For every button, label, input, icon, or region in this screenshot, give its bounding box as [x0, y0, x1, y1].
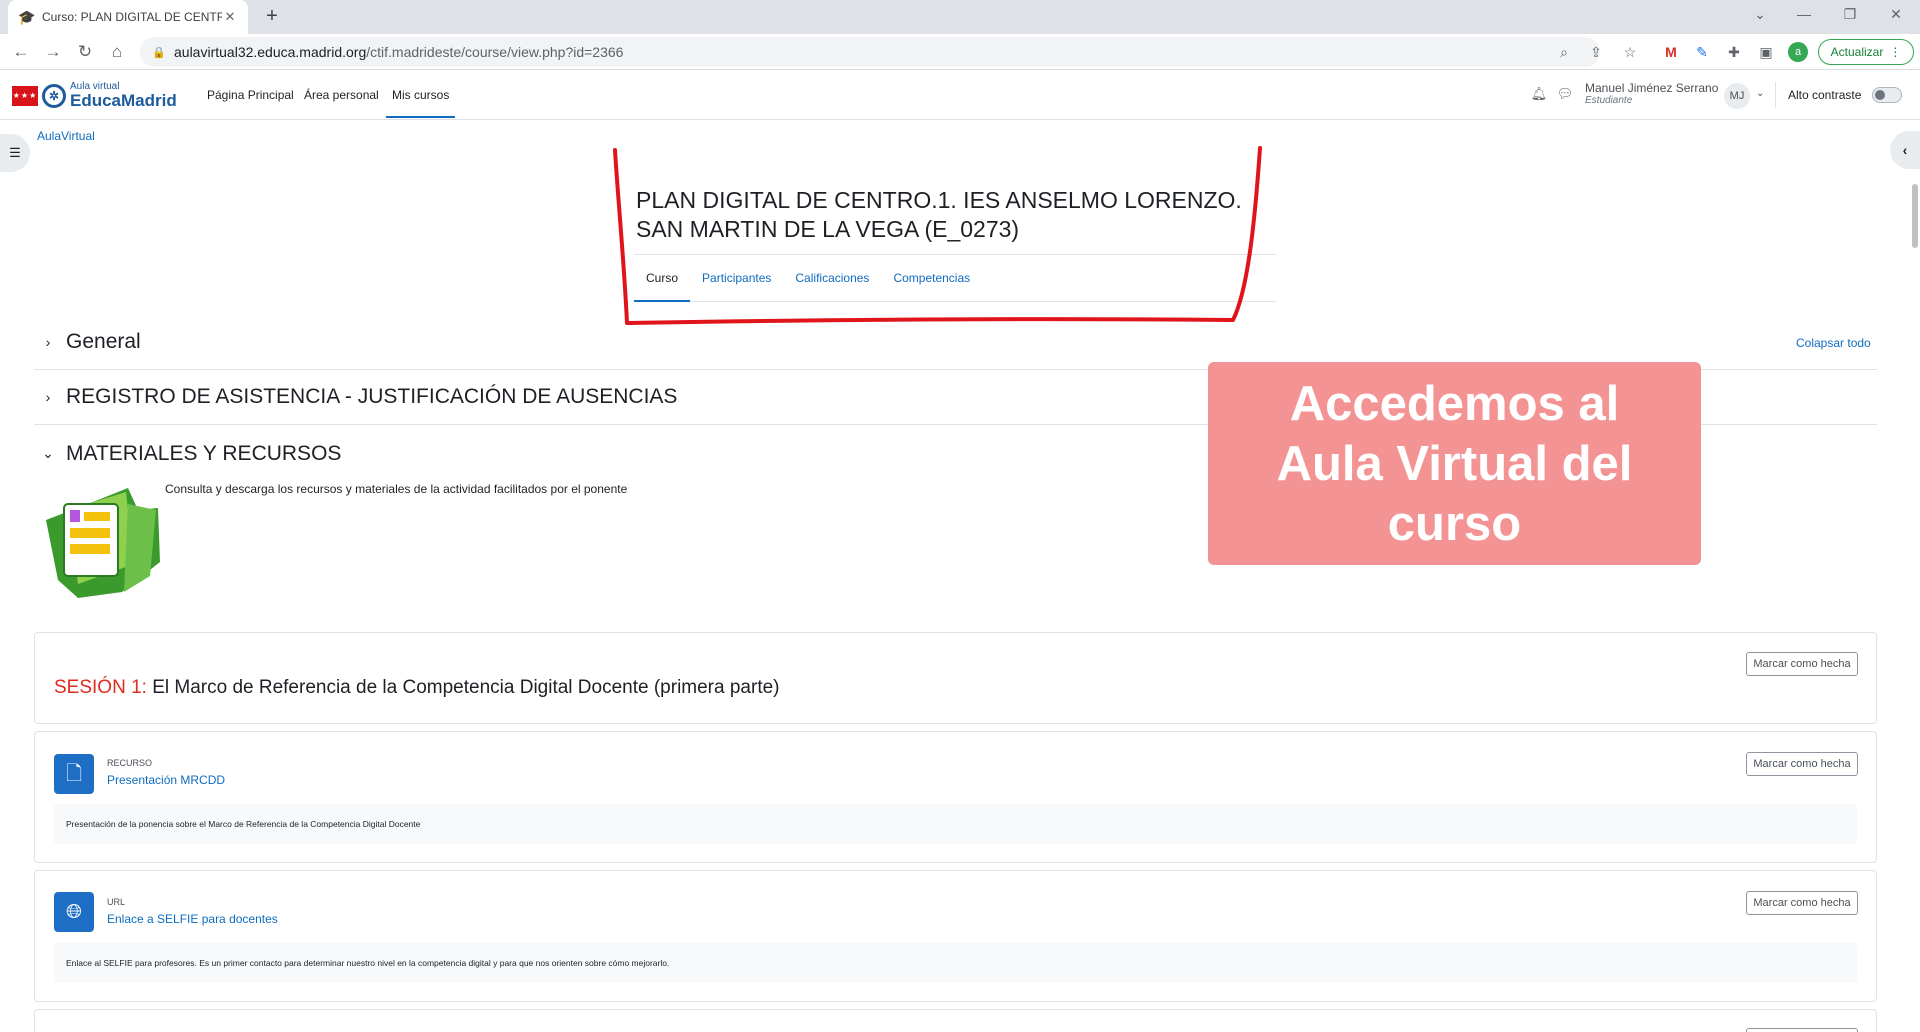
mark-done-button[interactable]: Marcar como hecha [1746, 891, 1858, 915]
contrast-toggle[interactable] [1872, 87, 1902, 103]
browser-tab[interactable]: 🎓 Curso: PLAN DIGITAL DE CENTR ✕ [8, 0, 248, 34]
section-title-registro: REGISTRO DE ASISTENCIA - JUSTIFICACIÓN D… [66, 385, 678, 408]
chat-icon[interactable]: 💬︎ [1556, 86, 1574, 104]
user-role: Estudiante [1585, 95, 1633, 107]
educamadrid-badge-icon: ✲ [42, 83, 66, 108]
tab-participantes[interactable]: Participantes [690, 254, 783, 302]
site-navbar: ★★★ ✲ Aula virtual EducaMadrid Página Pr… [0, 70, 1920, 120]
zoom-icon[interactable]: ⌕ [1552, 37, 1576, 67]
course-index-toggle[interactable]: ☰ [0, 134, 30, 172]
chevron-left-icon: ‹ [1902, 142, 1908, 158]
session-title: SESIÓN 1: El Marco de Referencia de la C… [54, 677, 780, 699]
annotation-overlay: Accedemos al Aula Virtual del curso [1208, 362, 1701, 565]
menu-dots-icon: ⋮ [1889, 45, 1902, 59]
address-bar[interactable]: 🔒 aulavirtual32.educa.madrid.org /ctif.m… [140, 37, 1602, 67]
overlay-line2: Aula Virtual del [1276, 436, 1633, 491]
profile-avatar[interactable]: a [1788, 42, 1808, 62]
update-label: Actualizar [1830, 45, 1884, 59]
globe-icon[interactable]: 🌐︎ [54, 892, 94, 932]
activity-type: URL [107, 897, 126, 907]
overlay-line3: curso [1387, 496, 1522, 551]
mark-done-button[interactable]: Marcar como hecha [1746, 752, 1858, 776]
overlay-line1: Accedemos al [1289, 376, 1620, 431]
session-title-text: El Marco de Referencia de la Competencia… [152, 677, 780, 698]
toggle-knob [1875, 90, 1885, 100]
mark-done-button[interactable]: Marcar como hecha [1746, 652, 1858, 676]
extension-m-icon[interactable]: M [1661, 42, 1681, 62]
session-card: Marcar como hecha SESIÓN 1: El Marco de … [34, 632, 1877, 724]
lock-icon[interactable]: 🔒 [152, 46, 166, 59]
chevron-down-icon: ⌄ [42, 445, 54, 461]
list-icon: ☰ [9, 145, 21, 160]
extension-pen-icon[interactable]: ✎ [1692, 42, 1712, 62]
chevron-right-icon: › [45, 389, 51, 405]
activity-link-presentacion[interactable]: Presentación MRCDD [107, 773, 225, 787]
forward-icon[interactable]: → [41, 40, 65, 64]
page-title: PLAN DIGITAL DE CENTRO.1. IES ANSELMO LO… [636, 186, 1256, 244]
minimize-icon[interactable]: — [1786, 0, 1822, 30]
course-title-line2: SAN MARTIN DE LA VEGA (E_0273) [636, 216, 1020, 242]
star-icon[interactable]: ☆ [1620, 42, 1640, 62]
browser-tabstrip: 🎓 Curso: PLAN DIGITAL DE CENTR ✕ + ⌄ — ❐… [0, 0, 1920, 34]
scrollbar[interactable] [1912, 184, 1918, 248]
close-tab-icon[interactable]: ✕ [222, 9, 238, 25]
tab-curso[interactable]: Curso [634, 254, 691, 302]
section-title-general: General [66, 330, 141, 353]
chevron-down-icon[interactable]: ⌄ [1756, 88, 1764, 99]
bell-icon[interactable]: 🔔︎ [1530, 86, 1548, 104]
course-title-line1: PLAN DIGITAL DE CENTRO.1. IES ANSELMO LO… [636, 187, 1242, 213]
folder-icon [46, 488, 160, 598]
mark-done-button[interactable]: Marcar como hecha [1746, 1028, 1858, 1032]
browser-toolbar: ← → ↻ ⌂ 🔒 aulavirtual32.educa.madrid.org… [0, 34, 1920, 70]
tab-competencias[interactable]: Competencias [881, 254, 982, 302]
section-title-materiales: MATERIALES Y RECURSOS [66, 441, 342, 465]
madrid-flag-icon: ★★★ [12, 85, 38, 106]
activity-type: RECURSO [107, 758, 153, 768]
nav-pagina-principal[interactable]: Página Principal [207, 88, 294, 102]
session-prefix: SESIÓN 1: [54, 677, 147, 698]
chevron-right-icon: › [45, 334, 51, 350]
course-tabs: Curso Participantes Calificaciones Compe… [634, 254, 1276, 302]
user-menu[interactable]: Manuel Jiménez Serrano Estudiante [1585, 81, 1719, 107]
activity-description: Enlace al SELFIE para profesores. Es un … [54, 943, 1857, 983]
url-host: aulavirtual32.educa.madrid.org [174, 44, 367, 60]
tab-calificaciones[interactable]: Calificaciones [783, 254, 881, 302]
block-drawer-toggle[interactable]: ‹ [1890, 131, 1920, 169]
close-window-icon[interactable]: ✕ [1878, 0, 1914, 30]
home-icon[interactable]: ⌂ [105, 40, 129, 64]
new-tab-button[interactable]: + [260, 5, 284, 29]
reload-icon[interactable]: ↻ [73, 40, 97, 64]
activity-description: Presentación de la ponencia sobre el Mar… [54, 804, 1857, 844]
update-button[interactable]: Actualizar ⋮ [1818, 39, 1914, 65]
navbar-divider [1775, 82, 1776, 108]
educamadrid-logo[interactable]: ★★★ ✲ Aula virtual EducaMadrid [12, 82, 177, 109]
breadcrumb[interactable]: AulaVirtual [37, 129, 95, 143]
sidepanel-icon[interactable]: ▣ [1756, 42, 1776, 62]
back-icon[interactable]: ← [9, 40, 33, 64]
contrast-label: Alto contraste [1788, 88, 1862, 102]
extension-icon[interactable]: ✚ [1724, 42, 1744, 62]
file-icon[interactable]: 🗋 [54, 754, 94, 794]
tab-title: Curso: PLAN DIGITAL DE CENTR [42, 10, 222, 24]
activity-link-selfie[interactable]: Enlace a SELFIE para docentes [107, 912, 278, 926]
restore-icon[interactable]: ❐ [1832, 0, 1868, 30]
nav-area-personal[interactable]: Área personal [304, 88, 379, 102]
moodle-favicon-icon: 🎓 [18, 9, 36, 25]
user-name: Manuel Jiménez Serrano [1585, 81, 1719, 95]
tab-search-icon[interactable]: ⌄ [1742, 0, 1778, 30]
share-icon[interactable]: ⇪ [1584, 37, 1608, 67]
nav-mis-cursos[interactable]: Mis cursos [386, 88, 456, 118]
activity-card: 🗋 RECURSO Presentación MRCDD Marcar como… [34, 731, 1877, 863]
url-path: /ctif.madrideste/course/view.php?id=2366 [366, 44, 624, 60]
logo-big-text: EducaMadrid [70, 91, 177, 110]
materials-description: Consulta y descarga los recursos y mater… [165, 482, 628, 496]
activity-card-next: Marcar como hecha [34, 1009, 1877, 1032]
avatar[interactable]: MJ [1724, 83, 1750, 109]
activity-card: 🌐︎ URL Enlace a SELFIE para docentes Mar… [34, 870, 1877, 1002]
collapse-all-link[interactable]: Colapsar todo [1796, 336, 1871, 350]
